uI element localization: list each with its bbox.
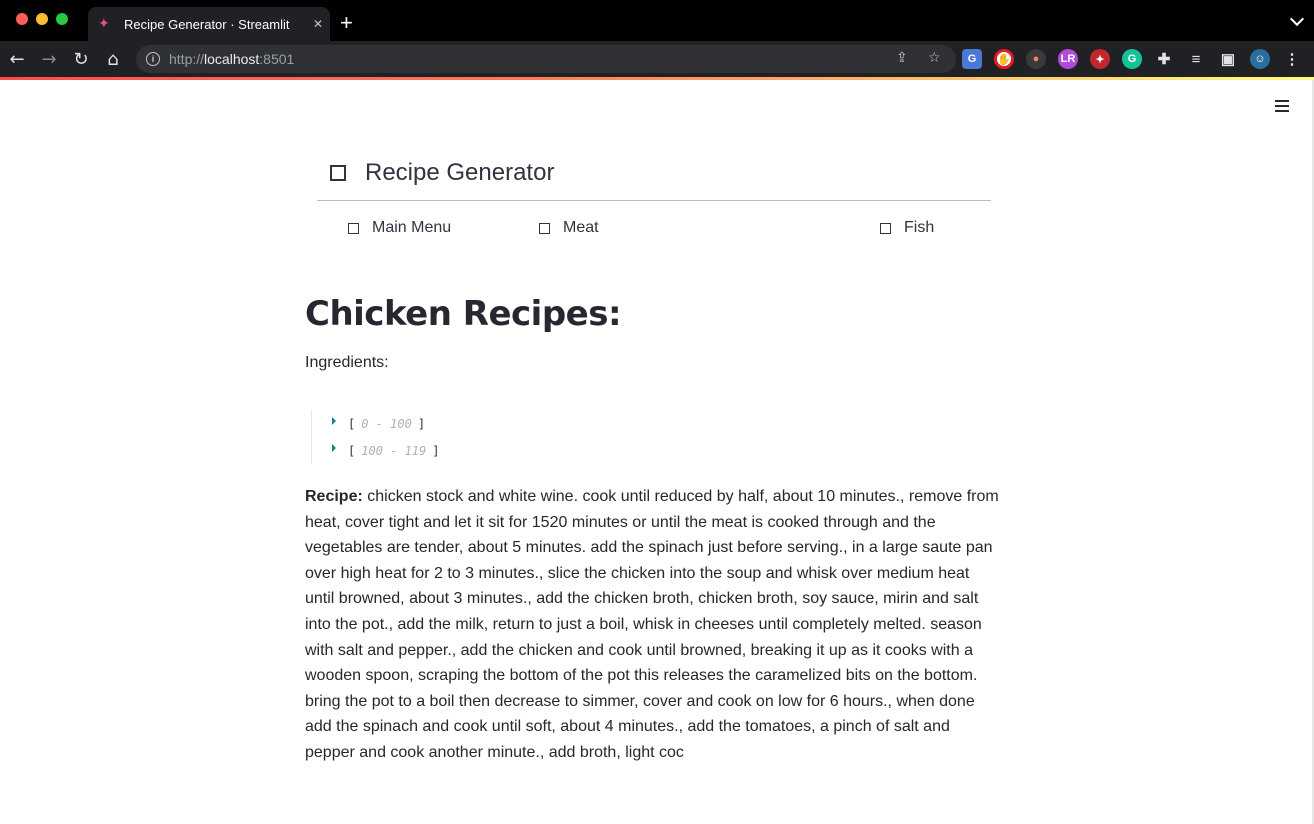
window-close-button[interactable] xyxy=(16,13,28,25)
menu-item-fish[interactable]: Fish xyxy=(880,219,934,237)
json-range: 100 - 119 xyxy=(361,443,427,458)
address-bar[interactable]: i http://localhost:8501 ⇪ ☆ xyxy=(136,45,956,73)
url-text: http://localhost:8501 xyxy=(169,51,295,67)
home-icon[interactable]: ⌂ xyxy=(101,47,125,71)
browser-toolbar: ← → ↻ ⌂ i http://localhost:8501 ⇪ ☆ G ✋ … xyxy=(0,41,1314,77)
json-bracket-open: [ xyxy=(348,416,356,431)
expand-triangle-icon[interactable] xyxy=(332,416,336,425)
ingredients-label: Ingredients: xyxy=(305,354,389,371)
window-zoom-button[interactable] xyxy=(56,13,68,25)
menu-item-icon xyxy=(539,222,550,234)
reload-icon[interactable]: ↻ xyxy=(69,47,93,71)
menu-item-label: Meat xyxy=(563,219,599,236)
recipe-label: Recipe: xyxy=(305,488,363,505)
json-range: 0 - 100 xyxy=(361,416,412,431)
tab-title: Recipe Generator · Streamlit xyxy=(124,16,290,32)
app-view: Recipe Generator Main Menu Meat Fish Chi… xyxy=(0,80,1314,824)
menu-item-icon xyxy=(348,222,359,234)
expand-triangle-icon[interactable] xyxy=(332,443,336,452)
json-bracket-close: ] xyxy=(432,443,440,458)
json-group-row[interactable]: [ 100 - 119 ] xyxy=(332,437,1000,464)
json-group-row[interactable]: [ 0 - 100 ] xyxy=(332,410,1000,437)
recipe-paragraph: Recipe: chicken stock and white wine. co… xyxy=(305,484,1000,766)
share-icon[interactable]: ⇪ xyxy=(896,50,908,66)
menu-header: Recipe Generator xyxy=(317,150,991,196)
menu-title: Recipe Generator xyxy=(365,159,555,186)
close-icon[interactable]: ✕ xyxy=(306,17,330,31)
browser-tab[interactable]: ✦ Recipe Generator · Streamlit ✕ xyxy=(88,7,330,41)
side-panel-icon[interactable]: ▣ xyxy=(1218,49,1238,69)
party-popper-icon: ✦ xyxy=(98,16,110,32)
menu-items: Main Menu Meat Fish xyxy=(317,201,991,257)
chevron-down-icon[interactable] xyxy=(1289,11,1305,27)
option-menu: Recipe Generator Main Menu Meat Fish xyxy=(317,150,991,257)
grammarly-extension-icon[interactable]: G xyxy=(1122,49,1142,69)
extensions-puzzle-icon[interactable]: ✚ xyxy=(1154,49,1174,69)
profile-avatar[interactable]: ☺ xyxy=(1250,49,1270,69)
page-title: Chicken Recipes: xyxy=(305,294,622,334)
menu-title-icon xyxy=(330,165,346,181)
ingredients-json-viewer: [ 0 - 100 ] [ 100 - 119 ] xyxy=(311,410,1000,464)
puzzle-red-extension-icon[interactable]: ✦ xyxy=(1090,49,1110,69)
translate-extension-icon[interactable]: G xyxy=(962,49,982,69)
json-bracket-open: [ xyxy=(348,443,356,458)
menu-item-label: Fish xyxy=(904,219,935,236)
reading-list-icon[interactable]: ≡ xyxy=(1186,49,1206,69)
new-tab-button[interactable]: + xyxy=(340,10,353,36)
main-content: Chicken Recipes: Ingredients: [ 0 - 100 … xyxy=(305,294,1000,766)
forward-arrow-icon[interactable]: → xyxy=(37,47,61,71)
extensions-bar: G ✋ ● LR ✦ G ✚ ≡ ▣ ☺ ⋮ xyxy=(962,47,1314,71)
bookmark-star-icon[interactable]: ☆ xyxy=(928,50,941,66)
hamburger-menu-icon[interactable] xyxy=(1275,100,1289,115)
recipe-text: chicken stock and white wine. cook until… xyxy=(305,488,999,761)
adblock-extension-icon[interactable]: ✋ xyxy=(994,49,1014,69)
info-icon[interactable]: i xyxy=(146,52,160,66)
pill-extension-icon[interactable]: ● xyxy=(1026,49,1046,69)
browser-titlebar: ✦ Recipe Generator · Streamlit ✕ + xyxy=(0,0,1314,41)
menu-item-main-menu[interactable]: Main Menu xyxy=(348,219,451,237)
back-arrow-icon[interactable]: ← xyxy=(5,47,29,71)
menu-item-label: Main Menu xyxy=(372,219,452,236)
menu-item-meat[interactable]: Meat xyxy=(539,219,599,237)
json-bracket-close: ] xyxy=(417,416,426,431)
menu-item-icon xyxy=(880,222,891,234)
window-minimize-button[interactable] xyxy=(36,13,48,25)
lr-extension-icon[interactable]: LR xyxy=(1058,49,1078,69)
more-menu-icon[interactable]: ⋮ xyxy=(1282,49,1302,69)
